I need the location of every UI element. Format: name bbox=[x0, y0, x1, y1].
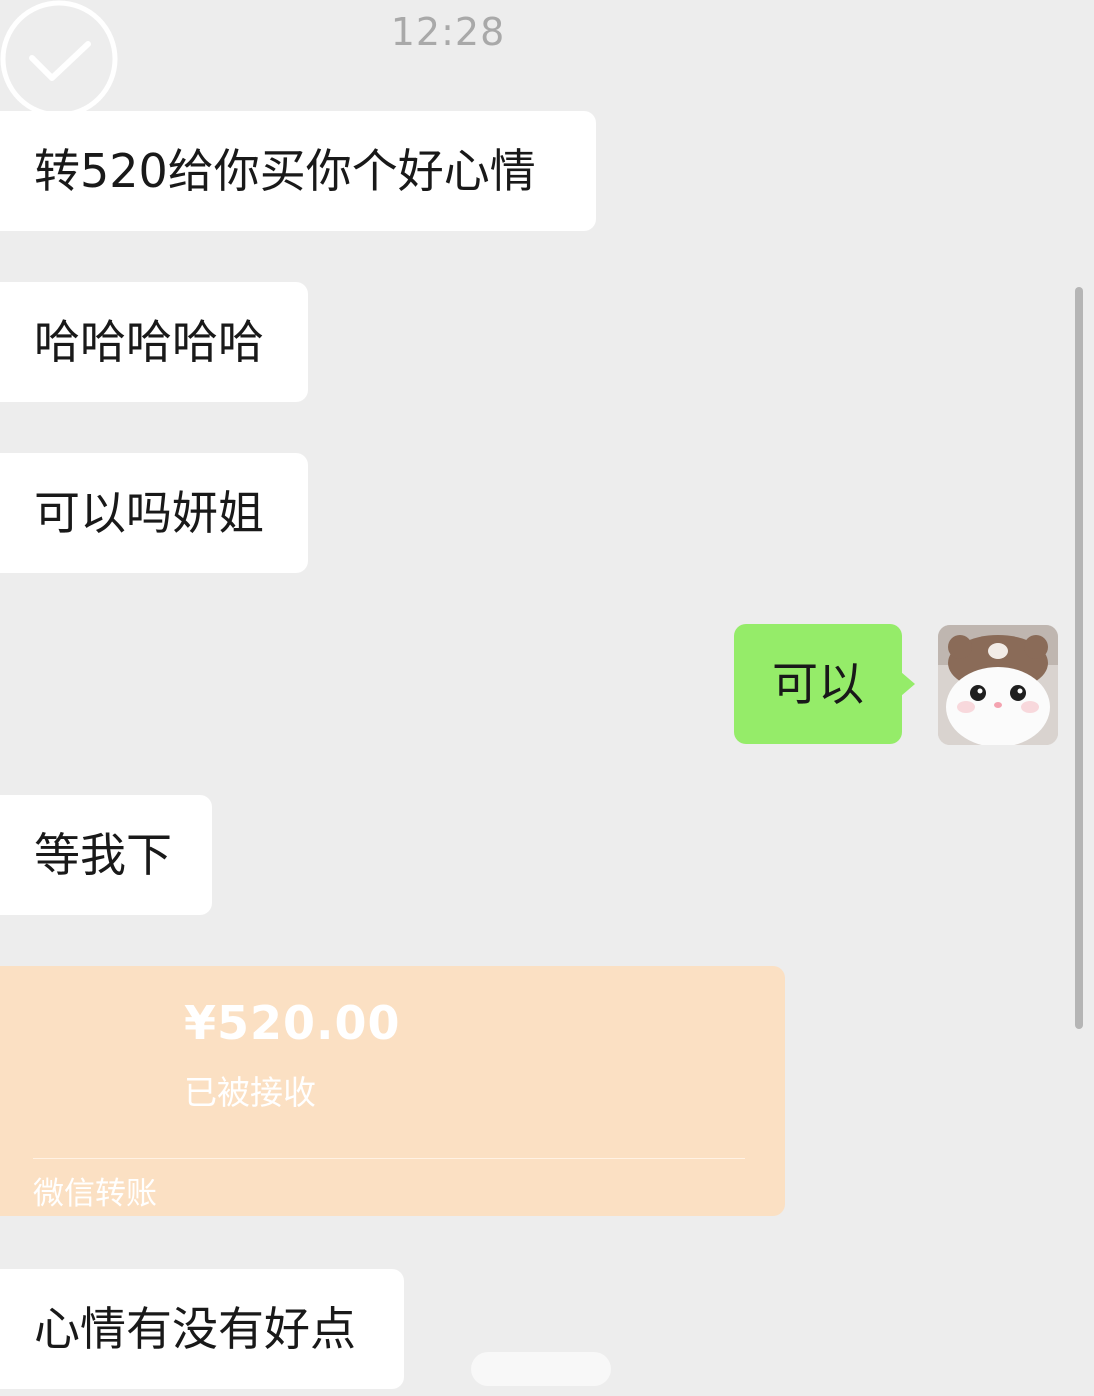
transfer-status: 已被接收 bbox=[184, 1073, 316, 1112]
message-bubble[interactable]: 哈哈哈哈哈 bbox=[0, 282, 308, 402]
home-indicator bbox=[471, 1352, 611, 1386]
message-bubble-self[interactable]: 可以 bbox=[734, 624, 915, 744]
message-text: 转520给你买你个好心情 bbox=[34, 144, 536, 198]
message-bubble[interactable]: 心情有没有好点 bbox=[0, 1269, 404, 1389]
message-text: 可以 bbox=[772, 657, 864, 711]
cat-avatar-icon[interactable] bbox=[938, 625, 1058, 745]
message-bubble[interactable]: 等我下 bbox=[0, 795, 212, 915]
transfer-divider bbox=[33, 1158, 745, 1159]
transfer-footer-label: 微信转账 bbox=[33, 1176, 157, 1212]
timestamp: 12:28 bbox=[390, 10, 506, 54]
avatar-image bbox=[938, 625, 1058, 745]
message-text: 等我下 bbox=[34, 828, 172, 882]
message-text: 心情有没有好点 bbox=[34, 1302, 356, 1356]
scrollbar[interactable] bbox=[1075, 287, 1083, 1029]
message-text: 可以吗妍姐 bbox=[34, 486, 264, 540]
message-text: 哈哈哈哈哈 bbox=[34, 315, 264, 369]
message-bubble[interactable]: 转520给你买你个好心情 bbox=[0, 111, 596, 231]
message-bubble[interactable]: 可以吗妍姐 bbox=[0, 453, 308, 573]
transfer-amount: ¥520.00 bbox=[184, 996, 401, 1050]
